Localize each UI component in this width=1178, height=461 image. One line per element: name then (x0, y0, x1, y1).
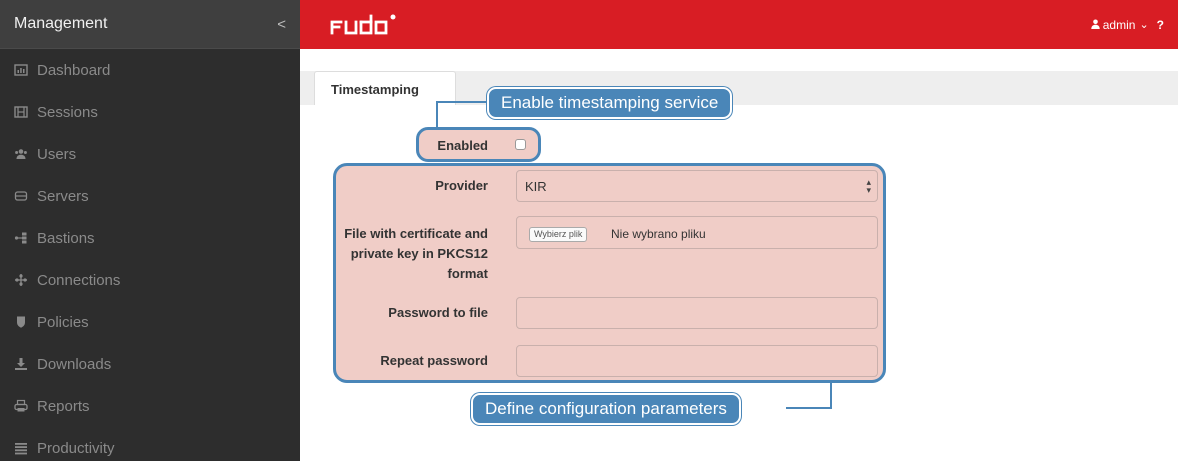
app-window: Management < Dashboard Sessions Users Se… (0, 0, 1178, 461)
sidebar-item-servers[interactable]: Servers (0, 175, 300, 217)
sidebar-item-label: Reports (37, 397, 90, 415)
select-arrows-icon: ▴ ▾ (866, 177, 871, 195)
sidebar-title: Management (14, 15, 108, 32)
sidebar-item-policies[interactable]: Policies (0, 301, 300, 343)
provider-select[interactable]: KIR ▴ ▾ (516, 170, 878, 202)
choose-file-button[interactable]: Wybierz plik (529, 227, 588, 242)
printer-icon (14, 399, 28, 413)
collapse-sidebar-button[interactable]: < (277, 16, 286, 33)
user-icon (1091, 18, 1100, 32)
fudo-logo[interactable] (330, 14, 410, 36)
sidebar-item-bastions[interactable]: Bastions (0, 217, 300, 259)
download-icon (14, 357, 28, 371)
certificate-file-label: File with certificate and private key in… (344, 226, 488, 281)
top-bar: admin ⌄ ? (300, 0, 1178, 49)
username: admin (1102, 17, 1136, 32)
tab-strip: Timestamping (300, 49, 1178, 105)
help-icon[interactable]: ? (1157, 18, 1164, 32)
provider-label: Provider (435, 178, 488, 193)
sidebar-item-label: Servers (37, 187, 89, 205)
bastion-icon (14, 231, 28, 245)
sidebar-item-downloads[interactable]: Downloads (0, 343, 300, 385)
sidebar-item-label: Users (37, 145, 77, 163)
user-menu[interactable]: admin ⌄ ? (1091, 0, 1164, 49)
sidebar-item-dashboard[interactable]: Dashboard (0, 49, 300, 91)
film-icon (14, 105, 28, 119)
chevron-down-icon: ⌄ (1139, 19, 1149, 31)
define-leader-line-vertical (830, 383, 832, 409)
sidebar: Management < Dashboard Sessions Users Se… (0, 0, 300, 461)
users-icon (14, 147, 28, 161)
enabled-label: Enabled (437, 138, 488, 153)
define-callout: Define configuration parameters (471, 393, 741, 425)
sidebar-item-productivity[interactable]: Productivity (0, 427, 300, 461)
sidebar-item-sessions[interactable]: Sessions (0, 91, 300, 133)
sidebar-item-label: Bastions (37, 229, 95, 247)
bars-icon (14, 441, 28, 455)
certificate-file-input[interactable]: Wybierz plik Nie wybrano pliku (516, 216, 878, 249)
sidebar-item-label: Dashboard (37, 61, 111, 79)
define-leader-line (786, 407, 832, 409)
sidebar-item-reports[interactable]: Reports (0, 385, 300, 427)
enable-leader-line-vertical (436, 101, 438, 128)
provider-value: KIR (525, 179, 547, 194)
dashboard-icon (14, 63, 28, 77)
connections-icon (14, 273, 28, 287)
shield-icon (14, 315, 28, 329)
repeat-password-field[interactable] (516, 345, 878, 377)
server-icon (14, 189, 28, 203)
sidebar-item-label: Downloads (37, 355, 112, 373)
sidebar-item-label: Productivity (37, 439, 115, 457)
sidebar-item-connections[interactable]: Connections (0, 259, 300, 301)
sidebar-item-label: Policies (37, 313, 89, 331)
sidebar-item-label: Sessions (37, 103, 98, 121)
enable-callout: Enable timestamping service (487, 87, 733, 119)
tab-timestamping[interactable]: Timestamping (314, 71, 456, 105)
sidebar-item-users[interactable]: Users (0, 133, 300, 175)
sidebar-header: Management < (0, 0, 300, 49)
repeat-password-label: Repeat password (380, 353, 488, 368)
file-status: Nie wybrano pliku (611, 227, 706, 241)
enabled-checkbox[interactable] (515, 139, 526, 150)
enable-leader-line (436, 101, 488, 103)
password-label: Password to file (388, 305, 488, 320)
password-field[interactable] (516, 297, 878, 329)
sidebar-item-label: Connections (37, 271, 121, 289)
